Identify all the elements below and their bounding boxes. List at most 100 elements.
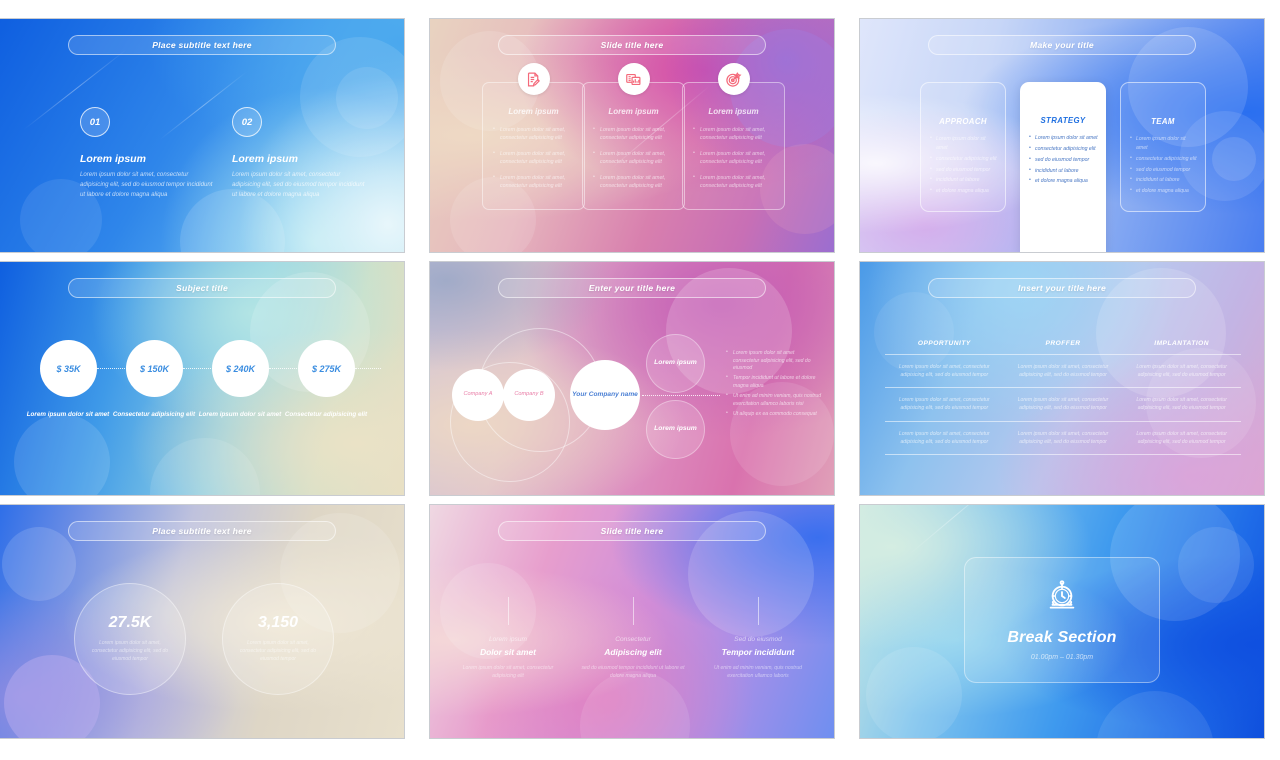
slide-title: Slide title here (498, 521, 766, 541)
metric-circle: $ 275K (298, 340, 355, 397)
stat-body: Lorem ipsum dolor sit amet, consectetur … (91, 640, 169, 662)
bullet-item: Lorem ipsum dolor sit amet (930, 134, 998, 153)
timeline-step: Sed do eiusmod Tempor incididunt Ut enim… (702, 597, 814, 680)
bullet-item: Lorem ipsum dolor sit amet, consectetur … (693, 125, 776, 143)
table-row: Lorem ipsum dolor sit amet, consectetur … (885, 388, 1241, 422)
option-card-strategy[interactable]: STRATEGY Lorem ipsum dolor sit amet cons… (1020, 82, 1106, 252)
target-dart-icon (717, 63, 750, 95)
table-row: Lorem ipsum dolor sit amet, consectetur … (885, 355, 1241, 389)
metric-circle: $ 35K (40, 340, 97, 397)
step-number-badge: 02 (232, 107, 262, 137)
document-report-icon (617, 63, 650, 95)
slide-title: Place subtitle text here (68, 35, 336, 55)
slide-title: Slide title here (498, 35, 766, 55)
feature-card[interactable]: Lorem ipsum Lorem ipsum dolor sit amet, … (482, 63, 585, 210)
bullet-item: consectetur adipisicing elit (930, 154, 998, 164)
bullet-item: Lorem ipsum dolor sit amet, consectetur … (593, 173, 676, 191)
stat-value: 3,150 (257, 614, 299, 631)
slide-thumbnail-6[interactable]: Insert your title here OPPORTUNITY PROFF… (859, 261, 1265, 496)
bullet-item: Lorem ipsum dolor sit amet consectetur a… (726, 349, 822, 373)
bullet-item: et dolore magna aliqua (1130, 186, 1198, 196)
comparison-table: OPPORTUNITY PROFFER IMPLANTATION Lorem i… (885, 334, 1241, 455)
slide-thumbnail-8[interactable]: Slide title here Lorem ipsum Dolor sit a… (429, 504, 835, 739)
card-bullet-list: Lorem ipsum dolor sit amet, consectetur … (593, 125, 676, 191)
bullet-item: Lorem ipsum dolor sit amet (1029, 133, 1099, 143)
bullet-item: consectetur adipisicing elit (1130, 154, 1198, 164)
slide-thumbnail-2[interactable]: Slide title here Lorem ipsum Lorem ipsum… (429, 18, 835, 253)
output-circle: Lorem ipsum (646, 400, 705, 459)
connector-dotted (355, 368, 381, 369)
slide-thumbnail-3[interactable]: Make your title APPROACH Lorem ipsum dol… (859, 18, 1265, 253)
slide-thumbnail-9[interactable]: Break Section 01.00pm – 01.30pm (859, 504, 1265, 739)
option-card-approach[interactable]: APPROACH Lorem ipsum dolor sit amet cons… (920, 82, 1006, 212)
feature-card[interactable]: Lorem ipsum Lorem ipsum dolor sit amet, … (582, 63, 685, 210)
item-heading: Lorem ipsum (80, 153, 146, 165)
card-heading: Lorem ipsum (608, 107, 659, 116)
table-cell: Lorem ipsum dolor sit amet, consectetur … (899, 364, 990, 379)
slide-title: Insert your title here (928, 278, 1196, 298)
bullet-item: Lorem ipsum dolor sit amet, consectetur … (593, 149, 676, 167)
feature-card[interactable]: Lorem ipsum Lorem ipsum dolor sit amet, … (682, 63, 785, 210)
table-cell: Lorem ipsum dolor sit amet, consectetur … (1017, 397, 1109, 412)
slide-title: Make your title (928, 35, 1196, 55)
card-heading: Lorem ipsum (508, 107, 559, 116)
slide-thumbnail-5[interactable]: Enter your title here Company A Company … (429, 261, 835, 496)
slide-deck-grid: Place subtitle text here 01 Lorem ipsum … (0, 0, 1280, 760)
card-heading: Lorem ipsum (708, 107, 759, 116)
connector-dotted (269, 368, 299, 369)
option-card-team[interactable]: TEAM Lorem ipsum dolor sit amet consecte… (1120, 82, 1206, 212)
bullet-item: sed do eiusmod tempor (1029, 155, 1099, 165)
bullet-item: Tempor incididunt ut labore et dolore ma… (726, 374, 822, 390)
table-cell: Lorem ipsum dolor sit amet, consectetur … (899, 430, 990, 445)
metric-circle: $ 150K (126, 340, 183, 397)
table-row: Lorem ipsum dolor sit amet, consectetur … (885, 422, 1241, 455)
card-heading: TEAM (1151, 117, 1175, 126)
step-heading: Adipiscing elit (604, 647, 662, 657)
bullet-item: Lorem ipsum dolor sit amet, consectetur … (693, 173, 776, 191)
slide-thumbnail-7[interactable]: Place subtitle text here 27.5K Lorem ips… (0, 504, 405, 739)
table-cell: Lorem ipsum dolor sit amet, consectetur … (1017, 430, 1109, 445)
stat-circle: 27.5K Lorem ipsum dolor sit amet, consec… (74, 583, 186, 695)
item-body: Lorem ipsum dolor sit amet, consectetur … (232, 171, 365, 199)
slide-thumbnail-1[interactable]: Place subtitle text here 01 Lorem ipsum … (0, 18, 405, 253)
table-cell: Lorem ipsum dolor sit amet, consectetur … (899, 397, 990, 412)
step-kicker: Lorem ipsum (488, 636, 528, 643)
slide1-column-1: 01 Lorem ipsum Lorem ipsum dolor sit ame… (80, 107, 215, 200)
timeline-tick (632, 597, 634, 625)
slide-title: Place subtitle text here (68, 521, 336, 541)
connector-dotted (642, 395, 720, 396)
bullet-item: consectetur adipisicing elit (1029, 144, 1099, 154)
connector-dotted (183, 368, 213, 369)
timeline-step: Lorem ipsum Dolor sit amet Lorem ipsum d… (452, 597, 564, 680)
stat-circle: 3,150 Lorem ipsum dolor sit amet, consec… (222, 583, 334, 695)
metric-label: Consectetur adipisicing elit (284, 411, 368, 418)
card-bullet-list: Lorem ipsum dolor sit amet, consectetur … (493, 125, 576, 191)
card-heading: APPROACH (939, 117, 987, 126)
bullet-item: Lorem ipsum dolor sit amet, consectetur … (593, 125, 676, 143)
company-circle-a: Company A (452, 369, 504, 421)
table-header-row: OPPORTUNITY PROFFER IMPLANTATION (885, 334, 1241, 355)
main-company-circle: Your Company name (570, 360, 640, 430)
metric-label: Lorem ipsum dolor sit amet (26, 411, 110, 418)
detail-bullet-list: Lorem ipsum dolor sit amet consectetur a… (726, 349, 822, 421)
step-kicker: Sed do eiusmod (734, 636, 782, 643)
connector-dotted (97, 368, 127, 369)
bullet-item: Lorem ipsum dolor sit amet, consectetur … (493, 149, 576, 167)
bullet-item: Lorem ipsum dolor sit amet (1130, 134, 1198, 153)
bullet-item: incididunt ut labore (1130, 175, 1198, 185)
company-circle-b: Company B (503, 369, 555, 421)
break-heading: Break Section (1007, 629, 1117, 646)
document-edit-icon (517, 63, 550, 95)
step-number-badge: 01 (80, 107, 110, 137)
bullet-item: Lorem ipsum dolor sit amet, consectetur … (493, 125, 576, 143)
step-kicker: Consectetur (615, 636, 651, 643)
slide-title: Subject title (68, 278, 336, 298)
bullet-item: Ut enim ad minim veniam, quis nostrud ex… (726, 392, 822, 408)
break-time: 01.00pm – 01.30pm (1030, 654, 1094, 661)
slide-thumbnail-4[interactable]: Subject title $ 35K $ 150K $ 240K $ 275K… (0, 261, 405, 496)
bullet-item: et dolore magna aliqua (930, 186, 998, 196)
bullet-item: incididunt ut labore (930, 175, 998, 185)
alarm-clock-icon (1045, 579, 1079, 618)
stat-body: Lorem ipsum dolor sit amet, consectetur … (239, 640, 317, 662)
bullet-item: et dolore magna aliqua (1029, 176, 1099, 186)
